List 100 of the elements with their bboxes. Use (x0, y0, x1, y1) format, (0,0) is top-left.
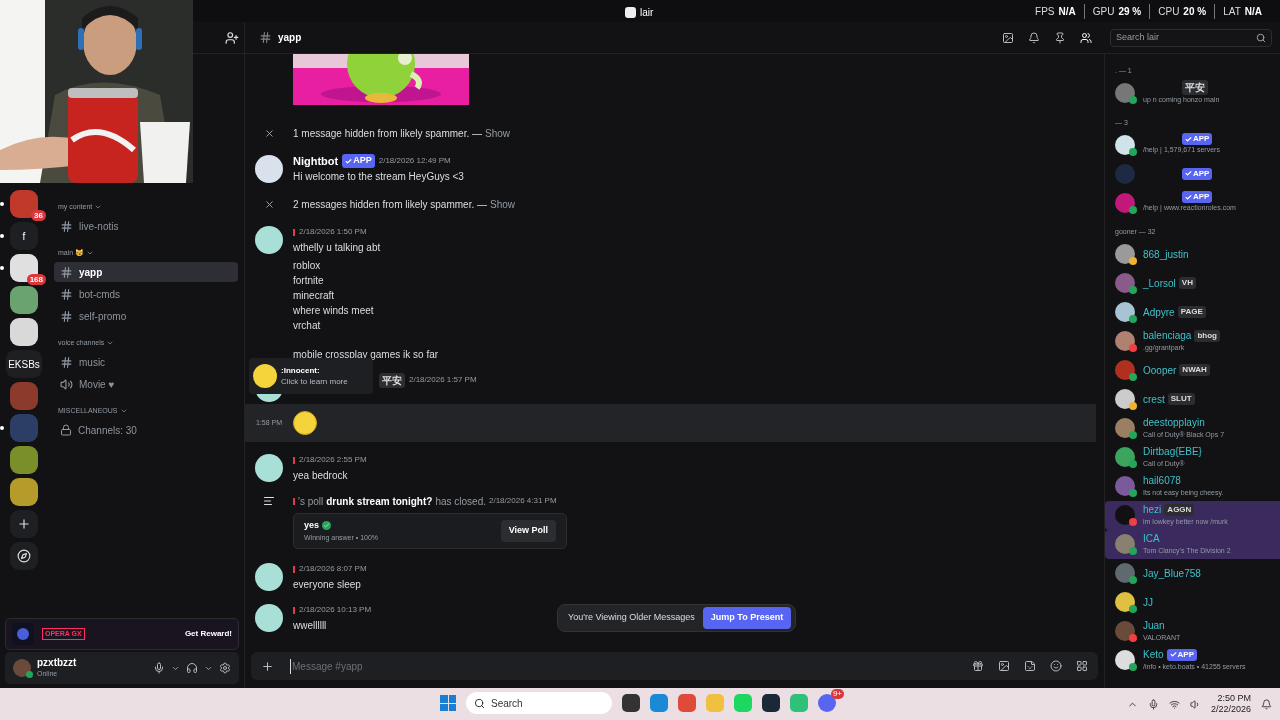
search-field[interactable]: Search (466, 692, 612, 714)
member-item[interactable]: JJ (1105, 587, 1280, 617)
avatar[interactable] (1115, 563, 1135, 583)
search-field[interactable]: Search lair (1110, 28, 1272, 47)
member-item[interactable]: Jay_Blue758 (1105, 558, 1280, 588)
tag: AGGN (1164, 503, 1195, 516)
channel-item[interactable]: Channels: 30 (54, 420, 238, 440)
check-icon (1185, 170, 1192, 177)
start-icon[interactable] (440, 695, 456, 711)
settings-icon (219, 662, 231, 674)
member-name: Keto (1143, 648, 1164, 663)
wifi-icon (1168, 698, 1180, 710)
apps-icon (1076, 660, 1088, 672)
server-icon[interactable] (10, 318, 38, 346)
message-text: wwellllll (293, 619, 328, 633)
role-mark (293, 497, 295, 505)
jump-to-present-button[interactable]: Jump To Present (702, 607, 792, 629)
emoji-icon[interactable] (293, 411, 317, 435)
member-item[interactable]: _Lorsol VH (1105, 268, 1280, 298)
tag: APP (1182, 167, 1213, 180)
member-item[interactable]: 868_justin (1105, 239, 1280, 269)
member-name: JJ (1143, 595, 1153, 610)
avatar[interactable] (1115, 389, 1135, 409)
poll-notice: has closed. (435, 494, 486, 509)
hash-icon (60, 265, 73, 279)
chevron-icon (119, 407, 128, 415)
server-icon[interactable] (10, 286, 38, 314)
member-item[interactable]: Adpyre PAGE (1105, 297, 1280, 327)
avatar[interactable] (255, 454, 283, 482)
message-text: vrchat (293, 319, 322, 333)
view-poll-button[interactable]: View Poll (500, 520, 556, 542)
avatar[interactable] (1115, 134, 1135, 155)
server-icon[interactable]: EKSBs (6, 350, 42, 378)
stat-label: CPU (1158, 4, 1180, 19)
hash-icon (60, 355, 73, 369)
server-icon[interactable]: f (10, 222, 38, 250)
tooltip-subtitle: Click to learn more (281, 376, 348, 387)
avatar[interactable] (1115, 476, 1135, 496)
member-name: deestopplayin (1143, 416, 1205, 431)
avatar[interactable] (1115, 273, 1135, 293)
avatar[interactable] (255, 604, 283, 632)
channel-title: yapp (278, 31, 302, 45)
message-text: everyone sleep (293, 578, 362, 592)
show-link[interactable]: Show (489, 196, 515, 212)
search-icon (474, 697, 485, 709)
avatar[interactable] (1115, 83, 1135, 103)
channel-item[interactable]: bot-cmds (54, 284, 238, 304)
member-item[interactable]: crest SLUT (1105, 384, 1280, 414)
avatar[interactable] (1115, 302, 1135, 322)
avatar[interactable] (1115, 650, 1135, 670)
smile-icon (1050, 660, 1062, 672)
avatar[interactable] (255, 226, 283, 254)
avatar[interactable] (1115, 244, 1135, 264)
member-item[interactable]: Oooper NWAH (1105, 355, 1280, 385)
channel-item[interactable]: Movie ♥ (54, 374, 238, 394)
member-name: Jay_Blue758 (1143, 566, 1201, 581)
channel-item[interactable]: self-promo (54, 306, 238, 326)
avatar[interactable] (1115, 192, 1135, 213)
role-mark (293, 565, 295, 573)
timestamp: 2/18/2026 4:31 PM (489, 495, 557, 507)
taskbar-app-icon[interactable] (762, 694, 780, 712)
avatar[interactable] (1115, 418, 1135, 438)
author-name[interactable]: Nightbot (293, 152, 339, 170)
channel-item[interactable]: live-notis (54, 216, 238, 236)
member-name: Adpyre (1143, 305, 1175, 320)
member-name: Dirtbag{EBE} (1143, 445, 1202, 460)
tag: APP (1182, 133, 1213, 146)
stat-value: 20 % (1183, 4, 1207, 19)
hidden-notice: 2 messages hidden from likely spammer. — (293, 197, 487, 212)
get-reward-button[interactable]: Get Reward! (184, 628, 232, 640)
search-icon (1256, 32, 1266, 43)
channel-item[interactable]: music (54, 352, 238, 372)
channel-item[interactable]: yapp (54, 262, 238, 282)
avatar[interactable] (1115, 592, 1135, 612)
speaker-icon (60, 377, 73, 391)
close-icon (263, 198, 275, 210)
member-item[interactable]: APP (1105, 159, 1280, 188)
role-mark (293, 228, 295, 236)
tag: PAGE (1177, 306, 1206, 318)
server-icon[interactable] (10, 478, 38, 506)
poll-question: drunk stream tonight? (326, 494, 433, 509)
taskbar-app-icon[interactable] (622, 694, 640, 712)
member-name: hail6078 (1143, 474, 1181, 489)
tag: bhog (1194, 329, 1220, 342)
emoji-icon (253, 364, 277, 388)
message-text: fortnite (293, 274, 325, 288)
chevron-icon (86, 249, 95, 257)
add-server-button[interactable] (10, 510, 38, 538)
stat-value: N/A (1244, 4, 1262, 19)
timestamp: 2/18/2026 1:50 PM (299, 226, 367, 238)
avatar[interactable] (255, 563, 283, 591)
discover-button[interactable] (10, 542, 38, 570)
avatar[interactable] (1115, 447, 1135, 467)
timestamp: 2/18/2026 1:57 PM (409, 374, 477, 386)
avatar[interactable] (1115, 360, 1135, 380)
avatar[interactable] (255, 155, 283, 183)
check-icon (322, 521, 332, 531)
show-link[interactable]: Show (484, 125, 510, 141)
invite-icon (225, 30, 239, 45)
member-name: balenciaga (1143, 329, 1192, 344)
